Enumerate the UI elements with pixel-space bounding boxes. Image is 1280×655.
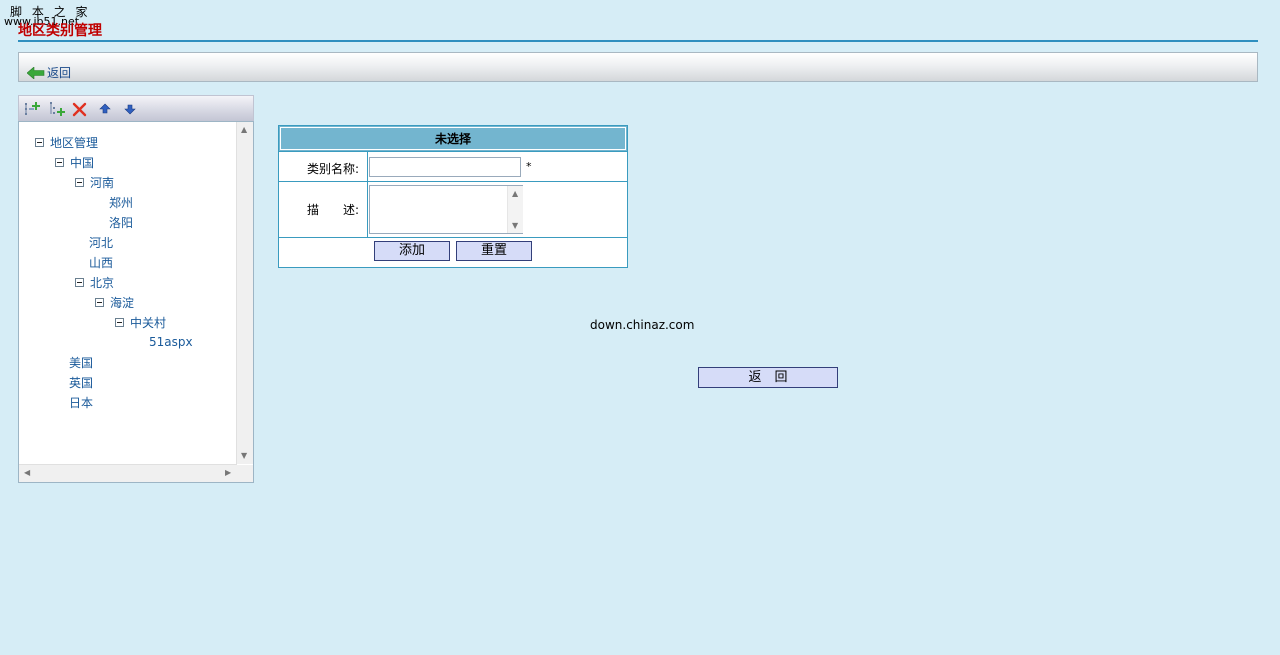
category-name-input[interactable] — [369, 157, 521, 177]
tree-node-uk[interactable]: 英国 — [69, 373, 93, 391]
scroll-down-icon[interactable]: ▼ — [241, 452, 247, 460]
return-button[interactable]: 返 回 — [698, 367, 838, 388]
tree-node-zhengzhou[interactable]: 郑州 — [109, 193, 133, 211]
back-arrow-icon — [27, 66, 45, 79]
tree-node-label[interactable]: 山西 — [89, 254, 113, 271]
back-bar: 返回 — [18, 52, 1258, 82]
scroll-left-icon[interactable]: ◀ — [24, 469, 30, 477]
collapse-toggle-icon[interactable] — [75, 277, 84, 287]
add-button[interactable]: 添加 — [374, 241, 450, 261]
add-child-icon[interactable] — [49, 101, 65, 117]
column-divider — [367, 152, 368, 237]
tree-node-beijing[interactable]: 北京 — [75, 273, 114, 291]
scroll-corner — [237, 465, 253, 482]
tree-view[interactable]: 地区管理 中国 河南 郑州 洛阳 河北 山西 北京 海淀 中关村 51aspx … — [18, 121, 254, 483]
form-header-title: 未选择 — [434, 132, 471, 146]
tree-node-label[interactable]: 河南 — [90, 174, 114, 191]
row-divider — [279, 181, 627, 182]
add-node-icon[interactable] — [24, 101, 40, 117]
tree-node-japan[interactable]: 日本 — [69, 393, 93, 411]
textarea-scrollbar[interactable]: ▲ ▼ — [507, 186, 523, 233]
tree-node-china[interactable]: 中国 — [55, 153, 94, 171]
tree-node-label[interactable]: 地区管理 — [50, 134, 98, 151]
tree-node-usa[interactable]: 美国 — [69, 353, 93, 371]
tree-toolbar — [18, 95, 254, 121]
tree-node-label[interactable]: 中国 — [70, 154, 94, 171]
tree-node-label[interactable]: 51aspx — [149, 335, 193, 349]
reset-button[interactable]: 重置 — [456, 241, 532, 261]
tree-node-henan[interactable]: 河南 — [75, 173, 114, 191]
back-link-label: 返回 — [47, 66, 72, 80]
tree-node-luoyang[interactable]: 洛阳 — [109, 213, 133, 231]
scroll-up-icon[interactable]: ▲ — [512, 190, 518, 198]
back-link[interactable]: 返回 — [27, 64, 71, 81]
collapse-toggle-icon[interactable] — [75, 177, 84, 187]
tree-node-label[interactable]: 洛阳 — [109, 214, 133, 231]
required-mark: * — [526, 160, 532, 173]
tree-node-label[interactable]: 中关村 — [130, 314, 166, 331]
category-form: 未选择 类别名称: * 描 述: ▲ ▼ 添加 重置 — [278, 125, 628, 268]
move-down-icon[interactable] — [122, 101, 138, 117]
collapse-toggle-icon[interactable] — [55, 157, 64, 167]
collapse-toggle-icon[interactable] — [115, 317, 124, 327]
scroll-right-icon[interactable]: ▶ — [225, 469, 231, 477]
scroll-down-icon[interactable]: ▼ — [512, 222, 518, 230]
tree-node-label[interactable]: 美国 — [69, 354, 93, 371]
delete-icon[interactable] — [72, 101, 88, 117]
horizontal-scrollbar[interactable]: ◀ ▶ — [19, 464, 237, 482]
tree-node-label[interactable]: 北京 — [90, 274, 114, 291]
collapse-toggle-icon[interactable] — [95, 297, 104, 307]
tree-node-root[interactable]: 地区管理 — [35, 133, 98, 151]
description-label: 描 述: — [306, 203, 359, 217]
tree-node-haidian[interactable]: 海淀 — [95, 293, 134, 311]
footer-text: down.chinaz.com — [590, 318, 695, 332]
tree-node-label[interactable]: 郑州 — [109, 194, 133, 211]
tree-node-label[interactable]: 海淀 — [110, 294, 134, 311]
description-textarea[interactable] — [369, 185, 523, 234]
scroll-up-icon[interactable]: ▲ — [241, 126, 247, 134]
tree-node-label[interactable]: 日本 — [69, 394, 93, 411]
tree-node-shanxi[interactable]: 山西 — [89, 253, 113, 271]
row-divider — [279, 237, 627, 238]
tree-node-label[interactable]: 河北 — [89, 234, 113, 251]
vertical-scrollbar[interactable]: ▲ ▼ — [236, 122, 253, 464]
tree-panel: 地区管理 中国 河南 郑州 洛阳 河北 山西 北京 海淀 中关村 51aspx … — [18, 95, 254, 483]
collapse-toggle-icon[interactable] — [35, 137, 44, 147]
tree-node-label[interactable]: 英国 — [69, 374, 93, 391]
form-header: 未选择 — [279, 126, 627, 152]
move-up-icon[interactable] — [97, 101, 113, 117]
title-divider — [18, 40, 1258, 42]
tree-node-51aspx[interactable]: 51aspx — [149, 333, 193, 351]
page-title: 地区类别管理 — [18, 23, 102, 39]
name-label: 类别名称: — [306, 162, 359, 176]
tree-node-hebei[interactable]: 河北 — [89, 233, 113, 251]
tree-node-zhongguancun[interactable]: 中关村 — [115, 313, 166, 331]
